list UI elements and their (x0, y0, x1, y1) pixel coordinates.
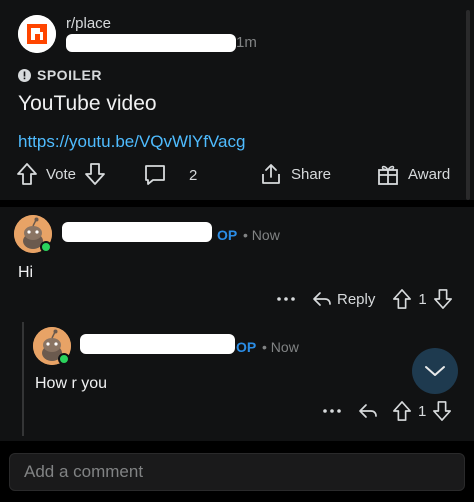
thread-line[interactable] (22, 322, 24, 436)
award-button[interactable]: Award (376, 162, 450, 186)
comment-score: 1 (418, 290, 427, 308)
comment-composer-bar: Add a comment (0, 441, 474, 502)
comment-input[interactable]: Add a comment (9, 453, 465, 491)
subreddit-name[interactable]: r/place (66, 15, 111, 32)
vote-label: Vote (46, 165, 77, 183)
post-time: 1m (236, 34, 257, 51)
post-link[interactable]: https://youtu.be/VQvWlYfVacg (18, 132, 245, 152)
comment-time: • Now (262, 339, 299, 355)
upvote-icon[interactable] (16, 162, 38, 186)
redacted-username (80, 334, 235, 354)
reply-button[interactable]: Reply (312, 290, 375, 308)
award-label: Award (408, 165, 451, 183)
redacted-username (66, 34, 236, 52)
comment-text[interactable]: Hi (18, 264, 33, 282)
downvote-icon[interactable] (433, 288, 453, 310)
post-card: r/place 1m SPOILER YouTube video https:/… (0, 0, 474, 200)
rplace-logo-icon (18, 15, 56, 53)
more-options-icon[interactable] (322, 408, 342, 414)
post-title[interactable]: YouTube video (18, 92, 157, 116)
vote-control[interactable]: Vote (16, 162, 106, 186)
comments-section: OP • Now Hi Reply 1 OP • Now How r you 1 (0, 207, 474, 441)
reply-icon (313, 292, 331, 306)
comment-action-bar: 1 (322, 400, 452, 422)
share-button[interactable]: Share (259, 162, 331, 186)
online-indicator (58, 353, 70, 365)
upvote-icon[interactable] (392, 288, 412, 310)
op-badge: OP (236, 339, 257, 355)
online-indicator (40, 241, 52, 253)
comments-button[interactable]: 2 (143, 164, 197, 186)
scrollbar[interactable] (466, 10, 470, 200)
op-badge: OP (217, 227, 238, 243)
downvote-icon[interactable] (432, 400, 452, 422)
more-options-icon[interactable] (276, 296, 296, 302)
comment-time: • Now (243, 227, 280, 243)
reply-icon[interactable] (358, 402, 378, 420)
comment-count: 2 (189, 166, 198, 184)
comment-text[interactable]: How r you (35, 375, 107, 393)
gift-icon (378, 165, 398, 185)
upvote-icon[interactable] (392, 400, 412, 422)
comment-action-bar: Reply 1 (276, 288, 453, 310)
comment-score: 1 (418, 402, 427, 420)
spoiler-label: SPOILER (37, 67, 102, 83)
post-action-bar: Vote 2 Share Award (0, 160, 474, 192)
share-label: Share (291, 165, 332, 183)
redacted-username (62, 222, 212, 242)
divider (0, 200, 474, 207)
reply-label: Reply (337, 290, 376, 308)
warning-icon (18, 68, 31, 82)
spoiler-tag: SPOILER (18, 67, 102, 83)
downvote-icon[interactable] (84, 162, 106, 186)
comment-icon (145, 165, 165, 185)
share-icon (262, 164, 280, 184)
scroll-down-button[interactable] (412, 348, 458, 394)
subreddit-avatar[interactable] (18, 15, 56, 53)
chevron-down-icon (425, 366, 445, 376)
